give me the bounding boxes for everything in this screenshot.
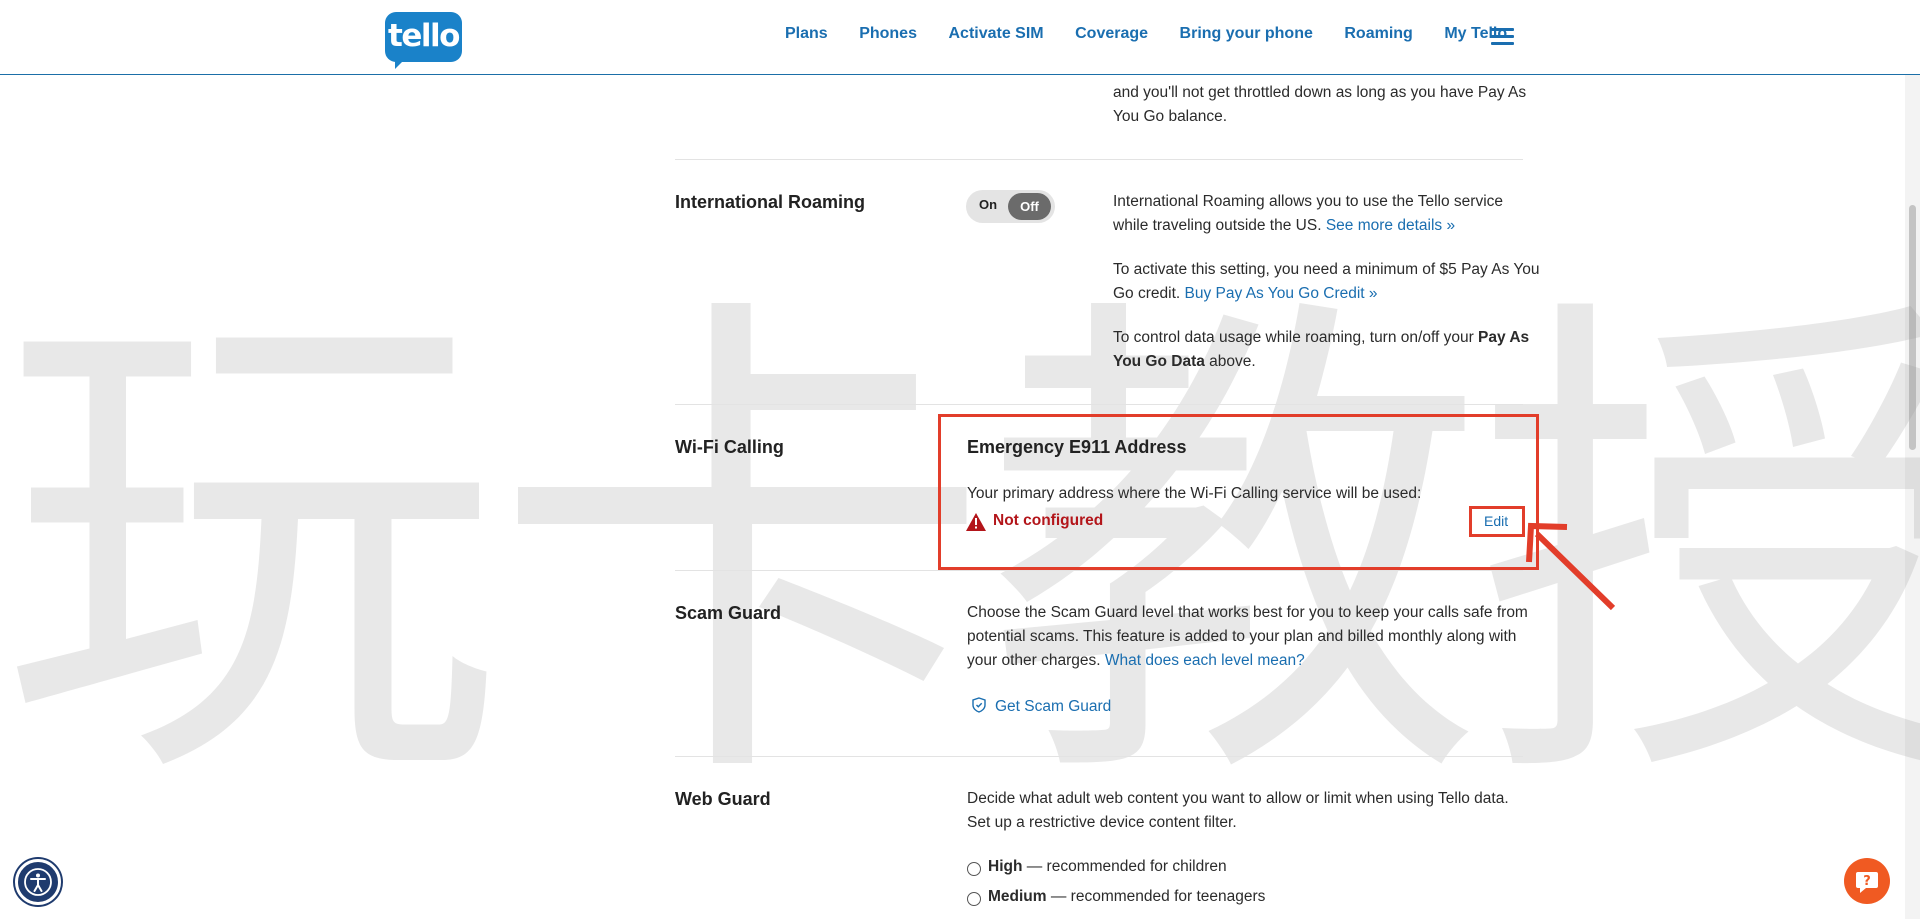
roaming-p3-line2: You Go Data above. <box>1113 350 1256 374</box>
international-roaming-label: International Roaming <box>675 192 866 212</box>
settings-content: and you'll not get throttled down as lon… <box>0 0 1920 919</box>
web-guard-medium-radio[interactable] <box>967 892 981 906</box>
what-does-each-level-mean-link[interactable]: What does each level mean? <box>1105 652 1305 669</box>
toggle-off-label[interactable]: Off <box>1008 193 1051 220</box>
roaming-p2-line2: Go credit. Buy Pay As You Go Credit » <box>1113 282 1378 306</box>
shield-icon <box>972 697 986 713</box>
get-scam-guard-label[interactable]: Get Scam Guard <box>995 698 1111 715</box>
nav-roaming[interactable]: Roaming <box>1344 25 1412 43</box>
annotation-arrow-icon <box>1526 522 1616 611</box>
web-guard-high-option[interactable]: High — recommended for children <box>988 855 1227 879</box>
roaming-p3-line2-text: above. <box>1209 353 1256 370</box>
web-guard-label: Web Guard <box>675 789 771 809</box>
divider <box>675 404 1523 405</box>
hamburger-menu-icon[interactable] <box>1491 28 1514 45</box>
nav-bring-your-phone[interactable]: Bring your phone <box>1180 25 1313 43</box>
web-guard-line2: Set up a restrictive device content filt… <box>967 814 1237 831</box>
nav-phones[interactable]: Phones <box>859 25 917 43</box>
main-nav: Plans Phones Activate SIM Coverage Bring… <box>785 25 1539 43</box>
data-desc-line2: You Go balance. <box>1113 108 1228 125</box>
roaming-p2-line1: To activate this setting, you need a min… <box>1113 261 1540 278</box>
roaming-p1-line1: International Roaming allows you to use … <box>1113 193 1504 210</box>
site-header: tello Plans Phones Activate SIM Coverage… <box>0 0 1920 75</box>
scam-guard-line2: potential scams. This feature is added t… <box>967 628 1517 645</box>
international-roaming-toggle[interactable]: On Off <box>966 190 1055 223</box>
web-guard-high-radio[interactable] <box>967 862 981 876</box>
nav-activate-sim[interactable]: Activate SIM <box>948 25 1043 43</box>
scam-guard-label: Scam Guard <box>675 603 782 623</box>
nav-plans[interactable]: Plans <box>785 25 828 43</box>
scam-guard-line3-text: your other charges. <box>967 652 1101 669</box>
web-guard-line1: Decide what adult web content you want t… <box>967 790 1509 807</box>
wifi-calling-label: Wi-Fi Calling <box>675 437 784 457</box>
divider <box>675 570 1523 571</box>
nav-coverage[interactable]: Coverage <box>1075 25 1148 43</box>
annotation-highlight-box <box>938 414 1539 570</box>
scam-guard-line1: Choose the Scam Guard level that works b… <box>967 604 1528 621</box>
web-guard-medium-option[interactable]: Medium — recommended for teenagers <box>988 885 1265 909</box>
buy-payg-credit-link[interactable]: Buy Pay As You Go Credit » <box>1185 285 1378 302</box>
scam-guard-line3: your other charges. What does each level… <box>967 649 1305 673</box>
roaming-p1-line2: while traveling outside the US. See more… <box>1113 214 1455 238</box>
roaming-p2-line2-text: Go credit. <box>1113 285 1181 302</box>
roaming-p3-line2-bold: You Go Data <box>1113 353 1205 370</box>
web-guard-high-desc: — recommended for children <box>1026 858 1227 875</box>
roaming-p3-line1-text: To control data usage while roaming, tur… <box>1113 329 1474 346</box>
roaming-p3-line1-bold: Pay As <box>1478 329 1530 346</box>
web-guard-medium-name: Medium <box>988 888 1047 905</box>
tello-logo[interactable]: tello <box>385 12 462 69</box>
web-guard-medium-desc: — recommended for teenagers <box>1050 888 1266 905</box>
get-scam-guard-button[interactable]: Get Scam Guard <box>971 695 1111 719</box>
toggle-on-label[interactable]: On <box>979 197 997 212</box>
roaming-p1-line2-text: while traveling outside the US. <box>1113 217 1322 234</box>
divider <box>675 159 1523 160</box>
divider <box>675 756 1523 757</box>
see-more-details-link[interactable]: See more details » <box>1326 217 1455 234</box>
annotation-edit-box <box>1469 506 1525 537</box>
data-desc-line1: and you'll not get throttled down as lon… <box>1113 84 1527 101</box>
roaming-p3-line1: To control data usage while roaming, tur… <box>1113 326 1529 350</box>
web-guard-high-name: High <box>988 858 1023 875</box>
